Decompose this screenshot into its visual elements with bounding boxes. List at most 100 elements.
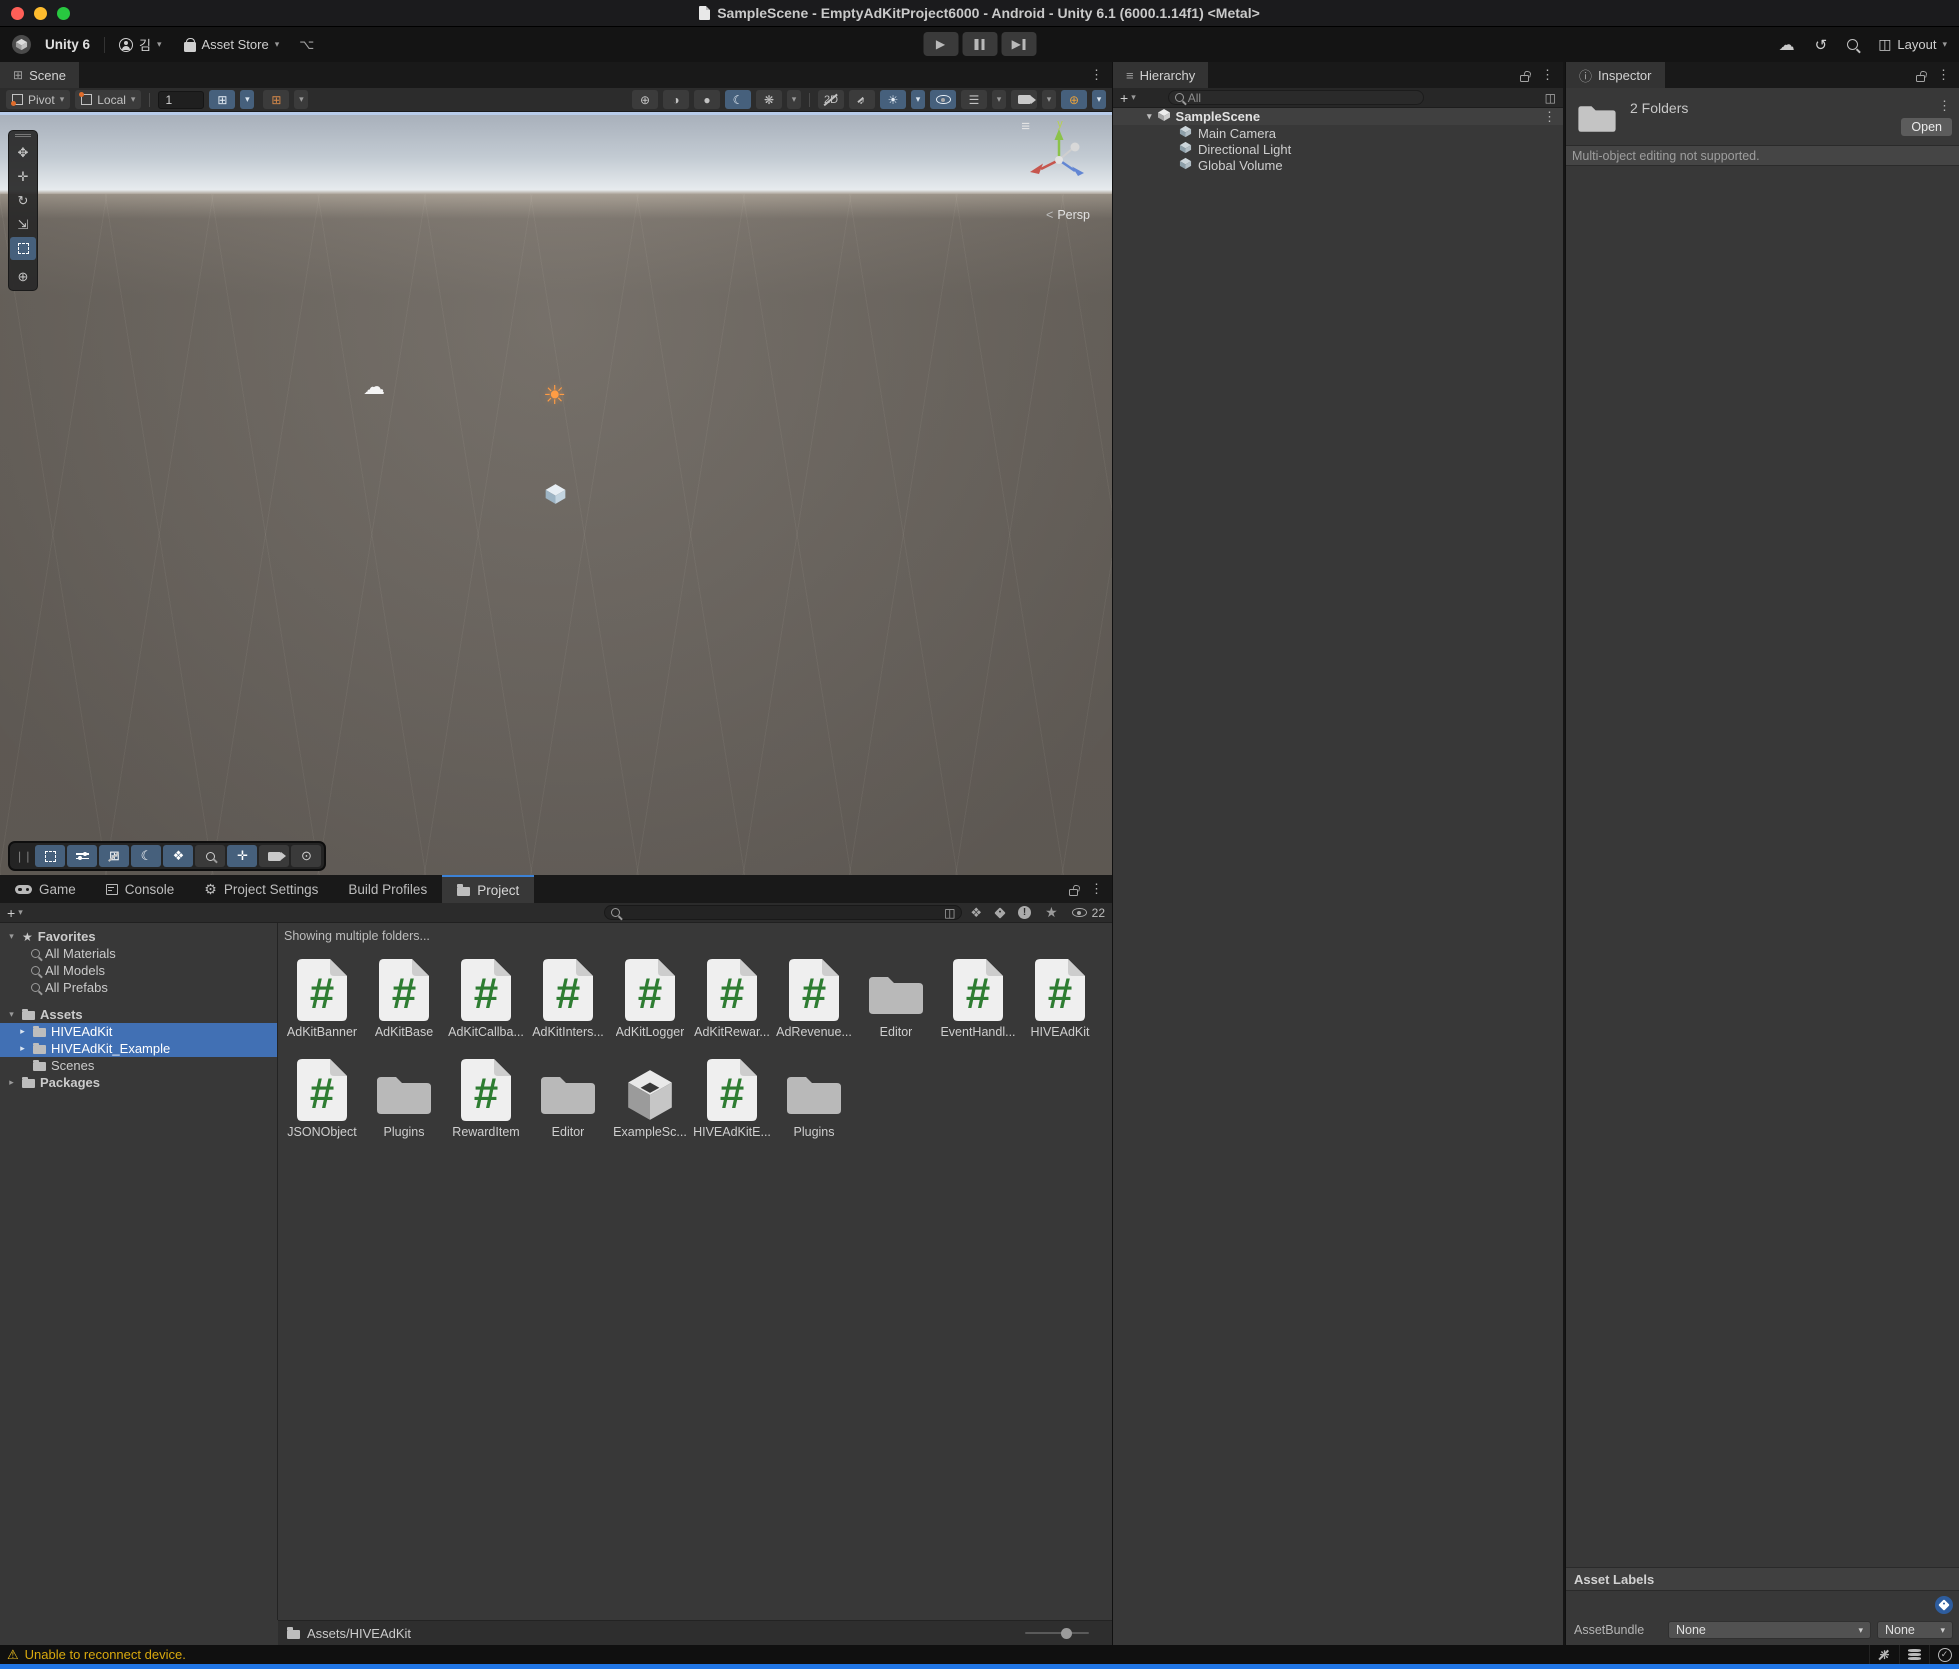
thumbnail-size-slider[interactable]: [1025, 1632, 1089, 1634]
transform-tool-button[interactable]: ⊕: [10, 265, 36, 288]
search-by-type-button[interactable]: ❖: [970, 905, 982, 921]
version-control-button[interactable]: ⌥: [299, 37, 314, 53]
debug-draw-dropdown[interactable]: ▾: [787, 90, 801, 109]
cloud-services-button[interactable]: ☁: [1779, 35, 1795, 55]
packages-header[interactable]: ▸ Packages: [0, 1074, 277, 1091]
search-by-importlog-button[interactable]: #!: [1018, 906, 1031, 919]
shaded-wireframe-button[interactable]: ⊕: [632, 90, 658, 109]
breadcrumb[interactable]: Assets/HIVEAdKit: [278, 1620, 1112, 1645]
search-icon[interactable]: [1847, 39, 1858, 50]
rotate-tool-button[interactable]: ↻: [10, 189, 36, 212]
asset-item[interactable]: # AdKitRewar...: [692, 952, 772, 1039]
play-button[interactable]: ▶: [923, 32, 958, 56]
move-overlay-button[interactable]: ✛: [227, 845, 257, 867]
view-tool-button[interactable]: ✥: [10, 141, 36, 164]
asset-item[interactable]: # AdKitBanner: [282, 952, 362, 1039]
handle-rotation-dropdown[interactable]: Local ▾: [75, 90, 141, 109]
grid-visibility-button[interactable]: ⊞: [263, 90, 289, 109]
scene-menu-icon[interactable]: ⋮: [1543, 109, 1556, 125]
tab-build-profiles[interactable]: Build Profiles: [333, 875, 442, 903]
header-menu-icon[interactable]: ⋮: [1938, 98, 1951, 114]
asset-item[interactable]: # JSONObject: [282, 1052, 362, 1139]
grid-visibility-dropdown[interactable]: ▾: [294, 90, 308, 109]
camera-settings-button[interactable]: [1011, 90, 1037, 109]
assetbundle-dropdown[interactable]: None ▾: [1668, 1621, 1871, 1639]
scene-root-row[interactable]: ▾ SampleScene ⋮: [1113, 108, 1563, 125]
navigation-overlay-button[interactable]: ⊙: [291, 845, 321, 867]
layers-button[interactable]: ☰: [961, 90, 987, 109]
debug-draw-button[interactable]: ❋: [756, 90, 782, 109]
panel-menu-icon[interactable]: ⋮: [1937, 67, 1950, 83]
hierarchy-item[interactable]: Directional Light: [1113, 141, 1563, 157]
open-button[interactable]: Open: [1901, 118, 1952, 136]
favorites-header[interactable]: ▾ ★ Favorites: [0, 928, 277, 945]
2d-view-button[interactable]: 2D: [818, 90, 844, 109]
shaded-button[interactable]: ●: [694, 90, 720, 109]
layout-dropdown[interactable]: ◫ Layout ▾: [1878, 36, 1947, 53]
asset-item[interactable]: Plugins: [364, 1052, 444, 1139]
asset-labels-header[interactable]: Asset Labels: [1566, 1567, 1959, 1591]
panel-menu-icon[interactable]: ⋮: [1541, 67, 1554, 83]
favorites-star-button[interactable]: ★: [1045, 904, 1058, 921]
undo-history-button[interactable]: ↺: [1815, 36, 1828, 54]
asset-item[interactable]: # RewardItem: [446, 1052, 526, 1139]
add-label-button[interactable]: [1935, 1596, 1953, 1614]
create-asset-button[interactable]: +▾: [7, 905, 23, 921]
open-search-window-icon[interactable]: ◫: [1545, 91, 1556, 105]
camera-overlay-button[interactable]: [259, 845, 289, 867]
asset-item[interactable]: # AdKitBase: [364, 952, 444, 1039]
assets-header[interactable]: ▾ Assets: [0, 1006, 277, 1023]
camera-gizmo[interactable]: ☁: [363, 374, 385, 400]
account-menu[interactable]: 김 ▾: [119, 35, 162, 54]
search-overlay-button[interactable]: [195, 845, 225, 867]
grid-toggle-button[interactable]: ⊞: [99, 845, 129, 867]
lock-icon[interactable]: [1520, 75, 1529, 82]
asset-item[interactable]: # HIVEAdKit: [1020, 952, 1100, 1039]
status-bar[interactable]: ⚠ Unable to reconnect device. ❋ ✓: [0, 1645, 1959, 1664]
asset-item[interactable]: # HIVEAdKitE...: [692, 1052, 772, 1139]
directional-light-gizmo[interactable]: ☀: [543, 380, 566, 411]
activity-status-button[interactable]: ✓: [1929, 1645, 1959, 1664]
step-button[interactable]: ▶: [1001, 32, 1036, 56]
tab-project[interactable]: Project: [442, 875, 534, 903]
drag-handle[interactable]: ❘❘: [15, 850, 31, 863]
audio-mute-button[interactable]: ♪: [849, 90, 875, 109]
asset-item[interactable]: Editor: [528, 1052, 608, 1139]
asset-item[interactable]: # AdKitLogger: [610, 952, 690, 1039]
create-object-button[interactable]: +▾: [1120, 90, 1136, 106]
gizmos-button[interactable]: ⊕: [1061, 90, 1087, 109]
asset-item[interactable]: # AdKitInters...: [528, 952, 608, 1039]
scene-lighting-dropdown[interactable]: ▾: [911, 90, 925, 109]
asset-item[interactable]: # AdRevenue...: [774, 952, 854, 1039]
lock-icon[interactable]: [1916, 75, 1925, 82]
shading-mode-button[interactable]: ◑: [663, 90, 689, 109]
rect-tool-button[interactable]: [10, 237, 36, 260]
pause-button[interactable]: [962, 32, 997, 56]
hierarchy-search-input[interactable]: All: [1168, 90, 1424, 105]
traffic-lights[interactable]: [11, 7, 70, 20]
orientation-gizmo[interactable]: y: [1016, 117, 1102, 208]
tab-inspector[interactable]: ⓘ Inspector: [1566, 62, 1665, 88]
asset-item[interactable]: # AdKitCallba...: [446, 952, 526, 1039]
drag-handle[interactable]: [15, 134, 31, 137]
debugger-detached-button[interactable]: ❋: [1869, 1645, 1899, 1664]
zoom-window-button[interactable]: [57, 7, 70, 20]
move-tool-button[interactable]: ✛: [10, 165, 36, 188]
grid-snapping-button[interactable]: ⊞: [209, 90, 235, 109]
global-volume-gizmo[interactable]: [544, 482, 567, 511]
tab-console[interactable]: Console: [91, 875, 190, 903]
hierarchy-item[interactable]: Global Volume: [1113, 157, 1563, 173]
favorites-item[interactable]: All Models: [0, 962, 277, 979]
overlays-settings-button[interactable]: [67, 845, 97, 867]
gizmos-dropdown[interactable]: ▾: [1092, 90, 1106, 109]
projection-label[interactable]: <Persp: [1046, 208, 1090, 222]
open-search-window-icon[interactable]: ◫: [944, 906, 955, 920]
minimize-window-button[interactable]: [34, 7, 47, 20]
close-window-button[interactable]: [11, 7, 24, 20]
asset-item[interactable]: ExampleSc...: [610, 1052, 690, 1139]
panel-menu-icon[interactable]: ⋮: [1090, 881, 1103, 897]
asset-item[interactable]: Editor: [856, 952, 936, 1039]
asset-folder-item[interactable]: ▸ HIVEAdKit_Example: [0, 1040, 277, 1057]
asset-store-menu[interactable]: Asset Store ▾: [184, 37, 280, 52]
scene-lighting-button[interactable]: ☀: [880, 90, 906, 109]
